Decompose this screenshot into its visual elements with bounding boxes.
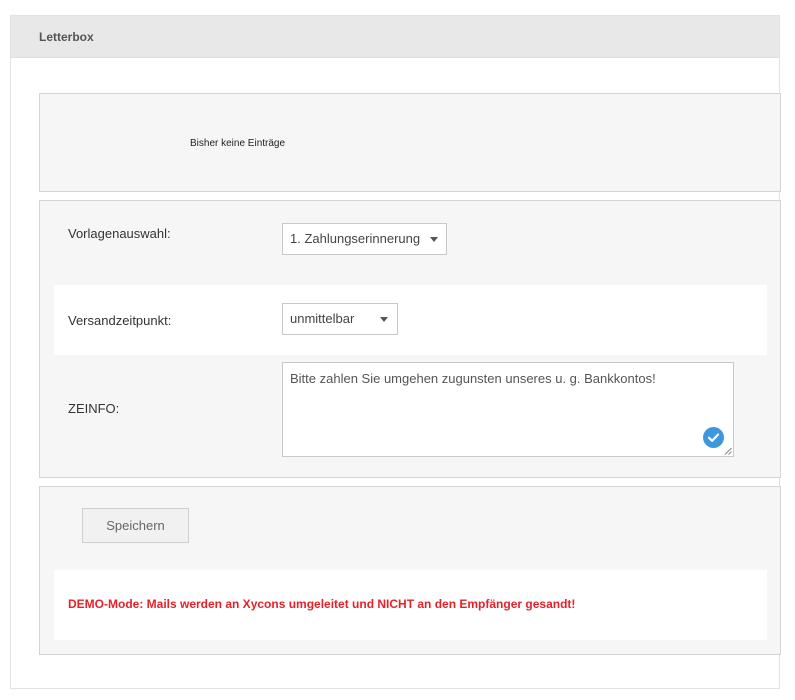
send-time-select-value: unmittelbar xyxy=(290,311,355,326)
entries-box: Bisher keine Einträge xyxy=(39,93,781,192)
panel-header: Letterbox xyxy=(11,16,779,58)
zeinfo-textarea[interactable]: Bitte zahlen Sie umgehen zugunsten unser… xyxy=(282,362,734,457)
demo-notice-box: DEMO-Mode: Mails werden an Xycons umgele… xyxy=(54,570,767,640)
template-select[interactable]: 1. Zahlungserinnerung xyxy=(282,223,447,255)
actions-box: Speichern DEMO-Mode: Mails werden an Xyc… xyxy=(39,486,781,655)
chevron-down-icon xyxy=(430,237,438,242)
chevron-down-icon xyxy=(380,317,388,322)
demo-notice: DEMO-Mode: Mails werden an Xycons umgele… xyxy=(68,597,576,611)
zeinfo-text: Bitte zahlen Sie umgehen zugunsten unser… xyxy=(290,371,656,386)
panel-title: Letterbox xyxy=(39,30,94,44)
send-time-label: Versandzeitpunkt: xyxy=(68,313,172,328)
template-select-value: 1. Zahlungserinnerung xyxy=(290,231,421,246)
save-button[interactable]: Speichern xyxy=(82,508,189,543)
resize-handle-icon[interactable] xyxy=(724,447,732,455)
send-time-select[interactable]: unmittelbar xyxy=(282,303,398,335)
letter-form: Vorlagenauswahl: 1. Zahlungserinnerung V… xyxy=(39,200,781,478)
zeinfo-label: ZEINFO: xyxy=(68,401,120,416)
check-circle-icon xyxy=(703,427,724,448)
template-label: Vorlagenauswahl: xyxy=(68,226,171,241)
empty-entries-text: Bisher keine Einträge xyxy=(190,138,286,149)
letterbox-panel: Letterbox Bisher keine Einträge Vorlagen… xyxy=(10,15,781,689)
